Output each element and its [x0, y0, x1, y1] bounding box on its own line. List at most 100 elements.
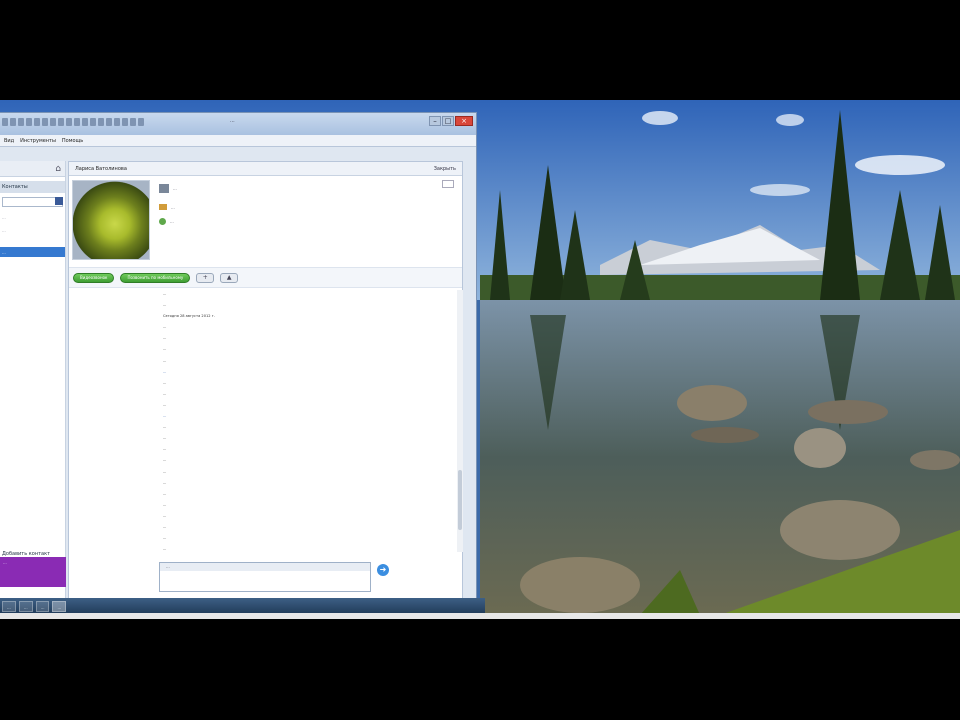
search-input[interactable] [2, 197, 63, 207]
message-row: ... [69, 501, 457, 512]
maximize-button[interactable]: □ [442, 116, 454, 126]
toolbar-icon[interactable] [66, 118, 72, 126]
title-bar: ... – □ × [0, 113, 476, 135]
message-text: ... [163, 447, 167, 452]
message-text: ... [163, 436, 167, 441]
profile-line: ... [159, 184, 177, 193]
message-row: ... [69, 290, 457, 301]
mood-icon [159, 184, 169, 193]
message-scrollbar[interactable] [457, 290, 463, 552]
toolbar-icon[interactable] [26, 118, 32, 126]
quick-access-toolbar [2, 118, 202, 128]
toolbar-icon[interactable] [114, 118, 120, 126]
close-chat-button[interactable]: Закрыть [434, 166, 456, 172]
message-text: ... [163, 358, 167, 363]
video-call-button[interactable]: Видеозвонок [73, 272, 115, 283]
message-text: ... [163, 491, 167, 496]
toolbar-icon[interactable] [34, 118, 40, 126]
message-text: ... [163, 325, 167, 330]
facebook-icon[interactable] [55, 197, 63, 205]
message-row: ... [69, 445, 457, 456]
message-text: ... [163, 524, 167, 529]
compose-toolbar: ... [160, 563, 370, 571]
share-icon[interactable]: ▲ [220, 272, 239, 283]
toolbar-icon[interactable] [10, 118, 16, 126]
menu-bar: Вид Инструменты Помощь [0, 135, 476, 147]
message-row: ... [69, 490, 457, 501]
message-row: ... [69, 368, 457, 379]
toolbar-icon[interactable] [138, 118, 144, 126]
toolbar-icon[interactable] [42, 118, 48, 126]
toolbar-icon[interactable] [74, 118, 80, 126]
send-icon[interactable]: ➜ [377, 564, 389, 576]
toolbar-icon[interactable] [2, 118, 8, 126]
message-text: ... [163, 402, 167, 407]
avatar[interactable] [72, 180, 150, 260]
message-text: ... [163, 458, 167, 463]
toolbar-icon[interactable] [18, 118, 24, 126]
message-row: ... [69, 412, 457, 423]
message-link[interactable]: ... [163, 414, 166, 418]
phone-icon [159, 218, 166, 225]
message-text: ... [163, 380, 167, 385]
message-input[interactable]: ... [159, 562, 371, 592]
compose-text[interactable] [160, 571, 370, 575]
taskbar-button[interactable]: ... [18, 601, 33, 612]
toolbar-icon[interactable] [106, 118, 112, 126]
message-row: ... [69, 545, 457, 552]
close-button[interactable]: × [455, 116, 473, 126]
sidebar-header: ⌂ [0, 161, 65, 177]
sidebar-tab[interactable]: Контакты [0, 181, 65, 193]
expand-icon[interactable] [442, 180, 454, 188]
message-row: ... [69, 423, 457, 434]
message-list[interactable]: ...... Сегодня 28 августа 2012 г.........… [69, 290, 457, 552]
message-row: ... [69, 512, 457, 523]
call-actions: Видеозвонок Позвонить по мобильному + ▲ [69, 268, 462, 288]
scrollbar-thumb[interactable] [458, 470, 462, 530]
message-text: ... [163, 469, 167, 474]
message-row: ... [69, 523, 457, 534]
taskbar-button[interactable]: ... [35, 601, 50, 612]
menu-item-view[interactable]: Вид [4, 138, 14, 144]
taskbar-button[interactable]: ... [2, 601, 16, 612]
taskbar-button-active[interactable]: ... [52, 601, 67, 612]
message-row: Сегодня 28 августа 2012 г. [69, 312, 457, 323]
message-row: ... [69, 323, 457, 334]
sidebar-text: ... [2, 228, 6, 233]
chat-panel: Лариса Ватолинова Закрыть ... ... ... Ви… [68, 161, 463, 599]
add-icon[interactable]: + [196, 272, 215, 283]
toolbar-icon[interactable] [82, 118, 88, 126]
toolbar-icon[interactable] [130, 118, 136, 126]
letterbox-bottom-strip [0, 613, 960, 619]
profile-line: ... [159, 204, 175, 210]
sidebar-item-selected[interactable]: ... [0, 247, 65, 257]
window-controls: – □ × [429, 116, 473, 126]
contact-profile: ... ... ... [69, 176, 462, 268]
menu-item-tools[interactable]: Инструменты [20, 138, 56, 144]
toolbar-icon[interactable] [90, 118, 96, 126]
message-text: ... [163, 425, 167, 430]
message-text: ... [163, 547, 167, 552]
browser-window: ... – □ × Вид Инструменты Помощь ⌂ Конта… [0, 112, 477, 602]
message-text: ... [163, 480, 167, 485]
contacts-sidebar: ⌂ Контакты ... ... ... Добавить контакт … [0, 161, 66, 601]
message-row: ... [69, 345, 457, 356]
promo-banner[interactable]: ... [0, 557, 66, 587]
profile-line: ... [159, 218, 174, 225]
message-row: ... [69, 301, 457, 312]
message-link[interactable]: ... [163, 370, 166, 374]
toolbar-icon[interactable] [98, 118, 104, 126]
call-mobile-button[interactable]: Позвонить по мобильному [120, 272, 191, 283]
message-text: Сегодня 28 августа 2012 г. [163, 314, 215, 319]
minimize-button[interactable]: – [429, 116, 441, 126]
toolbar-icon[interactable] [122, 118, 128, 126]
home-icon[interactable]: ⌂ [55, 164, 61, 174]
toolbar-icon[interactable] [58, 118, 64, 126]
window-title: ... [230, 118, 235, 124]
menu-item-help[interactable]: Помощь [62, 138, 83, 144]
message-text: ... [163, 502, 167, 507]
mail-icon [159, 204, 167, 210]
toolbar-icon[interactable] [50, 118, 56, 126]
sidebar-text: ... [2, 215, 6, 220]
message-text: ... [163, 536, 167, 541]
